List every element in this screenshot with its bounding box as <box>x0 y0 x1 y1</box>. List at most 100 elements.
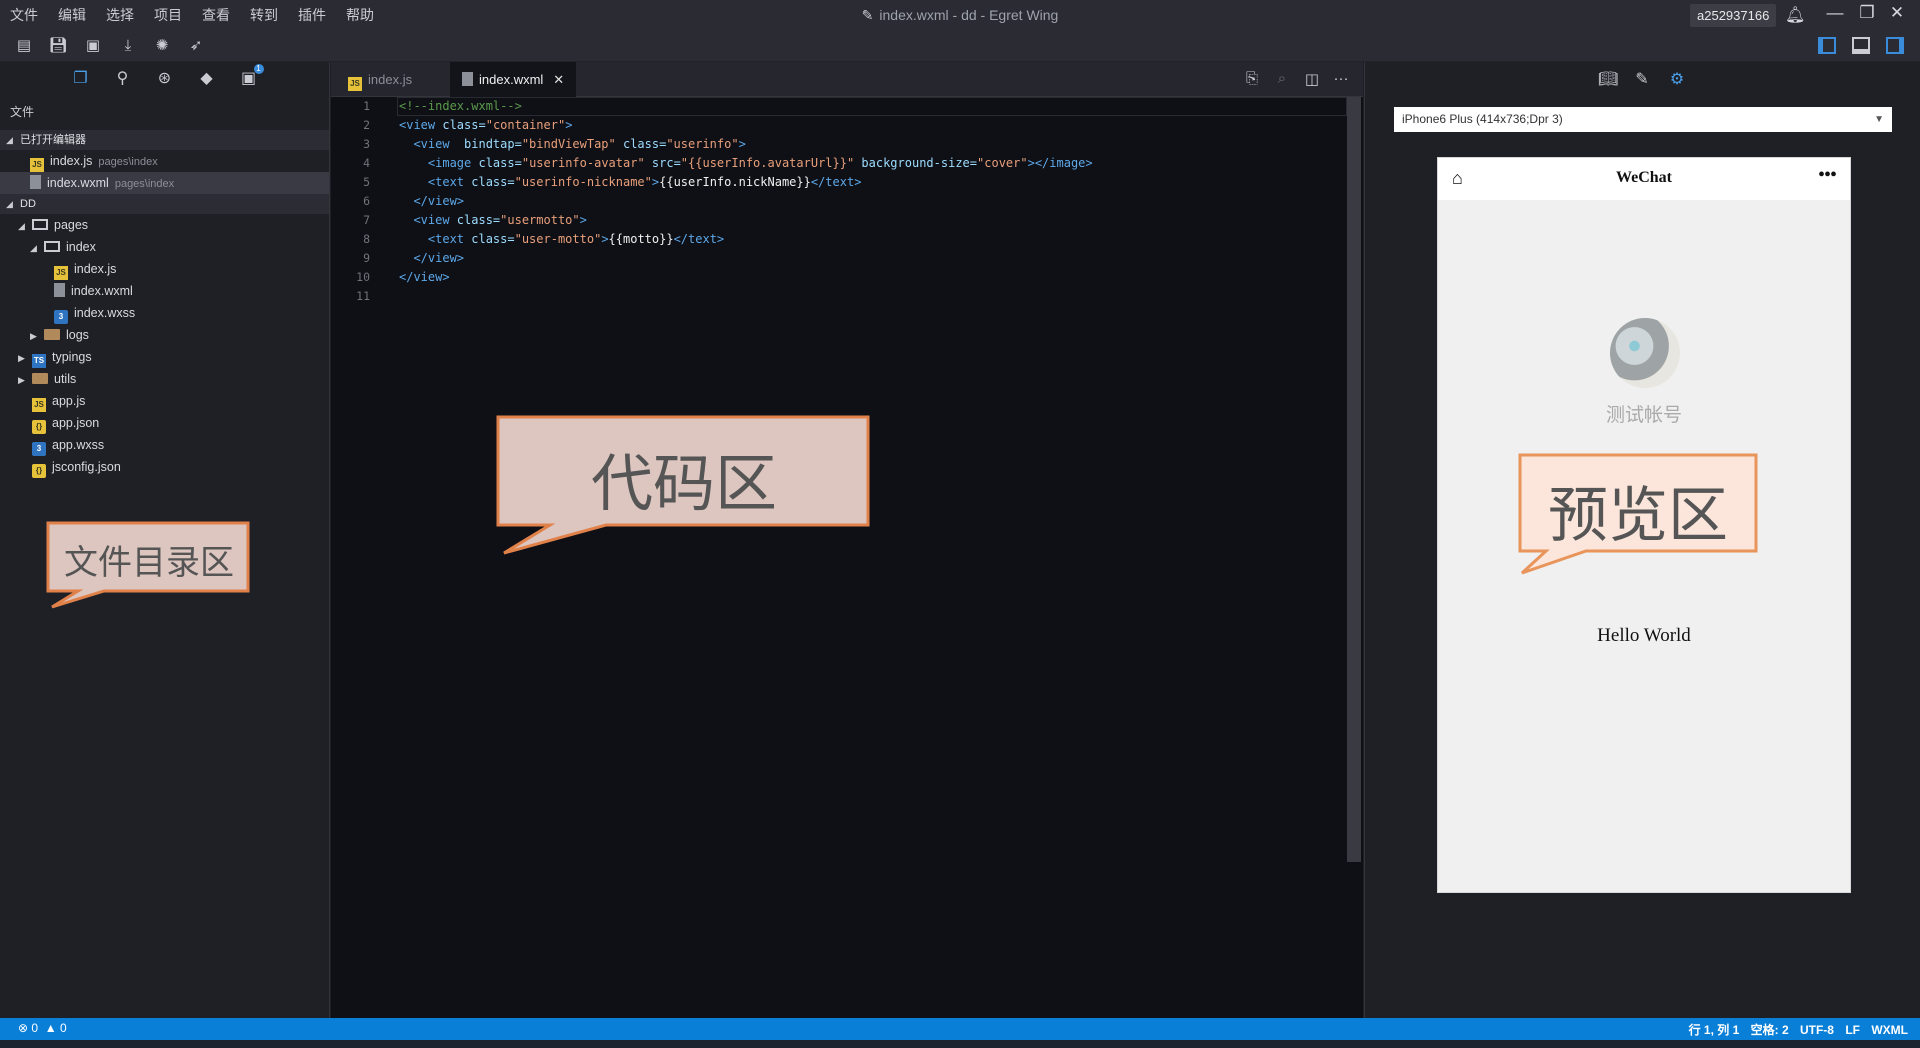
extensions-icon[interactable]: ▣ 1 <box>238 64 264 90</box>
tree-file-jsconfig[interactable]: {} jsconfig.json <box>0 456 329 478</box>
open-editor-item[interactable]: index.wxml pages\index <box>0 172 329 194</box>
line-number: 8 <box>363 232 370 246</box>
minimize-button[interactable]: — <box>1820 3 1850 23</box>
menu-file[interactable]: 文件 <box>10 5 38 25</box>
code-line: <view class="container"> <box>399 118 573 132</box>
collapsed-arrow-icon: ▶ <box>18 353 25 363</box>
explorer-files-icon[interactable]: ❐ <box>70 68 92 90</box>
open-editors-header[interactable]: ◢ 已打开编辑器 <box>0 130 329 150</box>
line-number: 1 <box>363 99 370 113</box>
close-window-button[interactable]: ✕ <box>1882 3 1912 23</box>
cursor-position[interactable]: 行 1, 列 1 <box>1689 1023 1740 1037</box>
extensions-badge: 1 <box>253 64 264 74</box>
sidebar-tabs: ❐ ⚲ ⊛ ◆ ▣ 1 <box>0 62 329 94</box>
code-content: <!--index.wxml--> <view class="container… <box>399 97 1093 287</box>
menu-view[interactable]: 查看 <box>202 5 230 25</box>
search-icon[interactable]: ⚲ <box>112 68 134 90</box>
tree-file-app-wxss[interactable]: 3 app.wxss <box>0 434 329 456</box>
user-account-button[interactable]: a252937166 <box>1690 4 1777 27</box>
avatar[interactable] <box>1610 318 1680 388</box>
code-line: <text class="userinfo-nickname">{{userIn… <box>399 175 862 189</box>
code-line: <view bindtap="bindViewTap" class="useri… <box>399 137 746 151</box>
preview-toolbar: 📖︎ ✎ ⚙ <box>1365 62 1920 96</box>
open-changes-icon[interactable]: ⎘ <box>1242 70 1262 87</box>
warning-icon: ▲ <box>44 1021 57 1035</box>
download-icon[interactable]: ⤓ <box>118 36 138 56</box>
tree-file-index-wxml[interactable]: index.wxml <box>0 280 329 302</box>
indentation[interactable]: 空格: 2 <box>1751 1023 1789 1037</box>
tree-file-index-wxss[interactable]: 3 index.wxss <box>0 302 329 324</box>
code-line: <!--index.wxml--> <box>399 99 522 113</box>
feather-icon[interactable]: ✎ <box>1632 69 1652 89</box>
line-number: 2 <box>363 118 370 132</box>
taskbar-strip <box>0 1040 1920 1048</box>
user-nickname: 测试帐号 <box>1605 404 1682 426</box>
menu-edit[interactable]: 编辑 <box>58 5 86 25</box>
toggle-panel-icon[interactable] <box>1852 37 1870 54</box>
error-icon: ⊗ <box>18 1021 29 1035</box>
git-icon[interactable]: ◆ <box>196 68 218 90</box>
device-select[interactable]: iPhone6 Plus (414x736;Dpr 3) ▼ <box>1394 107 1892 132</box>
css-file-icon: 3 <box>32 442 46 456</box>
tree-folder-typings[interactable]: ▶ TS typings <box>0 346 329 368</box>
collapsed-arrow-icon: ▶ <box>18 375 25 385</box>
callout-code-area: 代码区 <box>494 413 874 557</box>
js-file-icon: JS <box>32 398 46 412</box>
project-header[interactable]: ◢ DD <box>0 194 329 214</box>
save-icon[interactable]: 💾︎ <box>48 36 68 56</box>
css-file-icon: 3 <box>54 310 68 324</box>
editor-scrollbar[interactable] <box>1347 97 1361 862</box>
toggle-sidebar-icon[interactable] <box>1818 37 1836 54</box>
open-editor-item[interactable]: JS index.js pages\index <box>0 150 329 172</box>
user-motto: Hello World <box>1597 625 1691 646</box>
tree-folder-pages[interactable]: ◢ pages <box>0 214 329 236</box>
tree-file-app-json[interactable]: {} app.json <box>0 412 329 434</box>
tree-folder-logs[interactable]: ▶ logs <box>0 324 329 346</box>
menu-goto[interactable]: 转到 <box>250 5 278 25</box>
menu-plugins[interactable]: 插件 <box>298 5 326 25</box>
debug-icon[interactable]: ⊛ <box>154 68 176 90</box>
more-actions-icon[interactable]: ··· <box>1331 70 1351 87</box>
collapse-arrow-icon: ◢ <box>6 135 13 145</box>
callout-code-label: 代码区 <box>590 447 777 520</box>
folder-icon <box>32 373 48 384</box>
encoding[interactable]: UTF-8 <box>1800 1023 1834 1037</box>
bell-icon[interactable]: 🔔︎ <box>1785 5 1805 25</box>
debug-bug-icon[interactable]: ✺ <box>152 36 172 56</box>
new-project-icon[interactable]: ▤ <box>14 36 34 56</box>
menu-project[interactable]: 项目 <box>154 5 182 25</box>
preview-search-icon[interactable]: ⌕ <box>1272 70 1292 87</box>
callout-preview-label: 预览区 <box>1548 481 1728 551</box>
tree-file-app-js[interactable]: JS app.js <box>0 390 329 412</box>
code-line: <text class="user-motto">{{motto}}</text… <box>399 232 725 246</box>
tab-index-wxml[interactable]: index.wxml ✕ <box>450 62 577 97</box>
line-number: 4 <box>363 156 370 170</box>
code-line: </view> <box>399 270 450 284</box>
menu-select[interactable]: 选择 <box>106 5 134 25</box>
preview-gear-icon[interactable]: ⚙ <box>1667 69 1687 89</box>
code-line: </view> <box>399 194 465 208</box>
save-all-icon[interactable]: ▣ <box>83 36 103 56</box>
book-icon[interactable]: 📖︎ <box>1598 69 1618 89</box>
split-editor-icon[interactable]: ◫ <box>1302 70 1322 88</box>
problems-indicator[interactable]: ⊗ 0 ▲ 0 <box>18 1021 67 1035</box>
toggle-preview-icon[interactable] <box>1886 37 1904 54</box>
launch-rocket-icon[interactable]: ➶ <box>186 36 206 56</box>
callout-file-label: 文件目录区 <box>64 543 234 583</box>
feather-icon: ✎ <box>861 7 874 23</box>
tree-folder-index[interactable]: ◢ index <box>0 236 329 258</box>
close-tab-icon[interactable]: ✕ <box>553 72 564 87</box>
tree-file-index-js[interactable]: JS index.js <box>0 258 329 280</box>
line-number: 7 <box>363 213 370 227</box>
status-right: 行 1, 列 1 空格: 2 UTF-8 LF WXML <box>1681 1021 1908 1038</box>
line-ending[interactable]: LF <box>1845 1023 1860 1037</box>
toolbar: ▤ 💾︎ ▣ ⤓ ✺ ➶ <box>0 30 1920 62</box>
restore-button[interactable]: ❐ <box>1852 3 1882 23</box>
tab-index-js[interactable]: JS index.js <box>336 62 424 97</box>
more-dots-icon[interactable]: ••• <box>1818 164 1837 187</box>
language-mode[interactable]: WXML <box>1871 1023 1908 1037</box>
code-editor[interactable]: 1 2 3 4 5 6 7 8 9 10 11 <!--index.wxml--… <box>331 97 1363 1018</box>
collapse-arrow-icon: ◢ <box>6 199 13 209</box>
tree-folder-utils[interactable]: ▶ utils <box>0 368 329 390</box>
menu-help[interactable]: 帮助 <box>346 5 374 25</box>
